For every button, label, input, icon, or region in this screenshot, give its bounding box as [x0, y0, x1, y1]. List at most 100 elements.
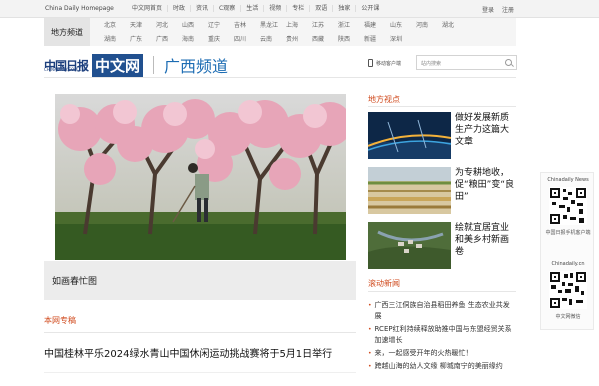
- list-item-text: 来，一起感受开年的火热暖忙！: [374, 349, 473, 357]
- phone-icon: [368, 59, 373, 67]
- region-link[interactable]: 陕西: [338, 35, 364, 44]
- region-link[interactable]: 河南: [416, 21, 442, 30]
- logo-domain: CHINADAILY.COM.CN: [44, 67, 85, 72]
- list-item[interactable]: • 广西三江侗族自治县稻田养鱼 生态农业共发展: [368, 300, 516, 322]
- column-divider: [44, 372, 356, 373]
- region-link[interactable]: 新疆: [364, 35, 390, 44]
- search-icon[interactable]: [505, 59, 512, 66]
- nav-item-politics[interactable]: 时政: [167, 5, 190, 12]
- feature-title-2[interactable]: 为专耕地收，促“粮田”变“良田”: [455, 167, 517, 203]
- list-item[interactable]: • 跨越山海的幼人文缘 柳城南宁的美丽缘约: [368, 361, 516, 372]
- qr-code-icon[interactable]: [549, 271, 587, 309]
- peach-blossom-illustration: [55, 94, 346, 260]
- region-link[interactable]: 湖南: [104, 35, 130, 44]
- qr-code-icon[interactable]: [549, 187, 587, 225]
- region-link[interactable]: 浙江: [338, 21, 364, 30]
- region-link[interactable]: 四川: [234, 35, 260, 44]
- region-link[interactable]: 山东: [390, 21, 416, 30]
- nav-item-bilingual[interactable]: 双语: [309, 5, 332, 12]
- qr-side-panel: Chinadaily News 中国日报手机客户端 Chinadaily.cn …: [540, 172, 594, 330]
- scroll-news-list: • 广西三江侗族自治县稻田养鱼 生态农业共发展 • RCEP红利持续释放助推中国与东…: [368, 300, 516, 374]
- top-bar: China Daily Homepage 中文网首页 时政 资讯 C观察 生活 …: [0, 0, 599, 18]
- login-link[interactable]: 登录: [482, 5, 494, 14]
- list-item-text: 跨越山海的幼人文缘 柳城南宁的美丽缘约: [374, 362, 503, 370]
- village-aerial-image: [368, 222, 451, 269]
- qr-caption-2: 中文网微信: [555, 314, 581, 320]
- region-link[interactable]: 重庆: [208, 35, 234, 44]
- local-view-title[interactable]: 地方视点: [368, 94, 400, 105]
- qr-caption-1: 中国日报手机客户端: [545, 230, 591, 236]
- region-link[interactable]: 江苏: [312, 21, 338, 30]
- region-spacer: [416, 35, 442, 44]
- register-link[interactable]: 注册: [502, 5, 514, 14]
- mobile-client-link[interactable]: 移动客户端: [368, 59, 401, 67]
- nav-item-column[interactable]: 专栏: [286, 5, 309, 12]
- site-logo[interactable]: 中国日报 CHINADAILY.COM.CN 中文网 广西频道: [44, 53, 228, 77]
- qr-title-2: Chinadaily.cn: [551, 261, 585, 267]
- hero-photo[interactable]: [55, 94, 346, 260]
- feature-title-1[interactable]: 做好发展新质生产力这篇大文章: [455, 112, 517, 148]
- region-link[interactable]: 黑龙江: [260, 21, 286, 30]
- region-link[interactable]: 海南: [182, 35, 208, 44]
- nav-item-video[interactable]: 视频: [263, 5, 286, 12]
- feature-image-3[interactable]: [368, 222, 451, 269]
- logo-divider: [153, 56, 155, 74]
- region-link[interactable]: 山西: [182, 21, 208, 30]
- region-link[interactable]: 河北: [156, 21, 182, 30]
- region-link[interactable]: 上海: [286, 21, 312, 30]
- region-link[interactable]: 云南: [260, 35, 286, 44]
- local-view-divider: [368, 106, 516, 107]
- feature-image-1[interactable]: [368, 112, 451, 159]
- search-input[interactable]: 站内搜索: [421, 60, 441, 67]
- region-link[interactable]: 吉林: [234, 21, 260, 30]
- column-headline[interactable]: 中国桂林平乐2024绿水青山中国休闲运动挑战赛将于5月1日举行: [44, 345, 332, 360]
- scroll-news-divider: [368, 291, 516, 292]
- bullet-icon: •: [368, 363, 372, 370]
- region-grid: 北京 天津 河北 山西 辽宁 吉林 黑龙江 上海 江苏 浙江 福建 山东 河南 湖北湖南 广东 广西 海南 重庆四…: [104, 21, 468, 44]
- bullet-icon: •: [368, 326, 372, 333]
- region-link[interactable]: 辽宁: [208, 21, 234, 30]
- region-link[interactable]: 贵州: [286, 35, 312, 44]
- header-divider: [44, 77, 516, 78]
- region-spacer: [442, 35, 468, 44]
- nav-item-course[interactable]: 公开课: [355, 5, 384, 12]
- top-nav: 中文网首页 时政 资讯 C观察 生活 视频 专栏 双语 独家 公开课: [127, 5, 384, 12]
- homepage-link[interactable]: China Daily Homepage: [45, 5, 114, 12]
- column-section-title[interactable]: 本网专稿: [44, 315, 76, 326]
- logo-zhongwen: 中文网: [92, 53, 144, 77]
- bridge-night-image: [368, 112, 451, 159]
- region-link[interactable]: 深圳: [390, 35, 416, 44]
- auth-links: 登录 注册: [482, 5, 514, 14]
- scroll-news-title[interactable]: 滚动新闻: [368, 278, 400, 289]
- feature-image-2[interactable]: [368, 167, 451, 214]
- nav-item-exclusive[interactable]: 独家: [332, 5, 355, 12]
- regional-channels: 地方频道 北京 天津 河北 山西 辽宁 吉林 黑龙江 上海 江苏 浙江 福建 山东 河南 湖北湖南 广东 广西…: [44, 18, 516, 46]
- hero-caption-text: 如画春忙图: [52, 277, 98, 287]
- regional-channels-label: 地方频道: [44, 18, 90, 46]
- search-box[interactable]: 站内搜索: [416, 55, 517, 70]
- region-link[interactable]: 广东: [130, 35, 156, 44]
- qr-title-1: Chinadaily News: [547, 177, 589, 183]
- column-section-divider: [44, 332, 356, 333]
- hero-caption[interactable]: 如画春忙图: [44, 261, 356, 300]
- region-link[interactable]: 广西: [156, 35, 182, 44]
- list-item-text: RCEP红利持续释放助推中国与东盟经贸关系加速增长: [374, 325, 512, 344]
- feature-title-3[interactable]: 绘就宜居宜业和美乡村新画卷: [455, 222, 517, 258]
- bullet-icon: •: [368, 350, 372, 357]
- region-link[interactable]: 福建: [364, 21, 390, 30]
- nav-item-news[interactable]: 资讯: [190, 5, 213, 12]
- list-item[interactable]: • RCEP红利持续释放助推中国与东盟经贸关系加速增长: [368, 324, 516, 346]
- channel-title: 广西频道: [164, 57, 229, 76]
- mobile-client-label: 移动客户端: [376, 60, 402, 67]
- region-link[interactable]: 天津: [130, 21, 156, 30]
- nav-item-observe[interactable]: C观察: [213, 5, 240, 12]
- farmland-image: [368, 167, 451, 214]
- nav-item-life[interactable]: 生活: [240, 5, 263, 12]
- list-item[interactable]: • 来，一起感受开年的火热暖忙！: [368, 348, 516, 359]
- bullet-icon: •: [368, 302, 372, 309]
- region-link[interactable]: 湖北: [442, 21, 468, 30]
- region-link[interactable]: 西藏: [312, 35, 338, 44]
- nav-item-home[interactable]: 中文网首页: [127, 5, 167, 12]
- region-link[interactable]: 北京: [104, 21, 130, 30]
- list-item-text: 广西三江侗族自治县稻田养鱼 生态农业共发展: [374, 301, 510, 320]
